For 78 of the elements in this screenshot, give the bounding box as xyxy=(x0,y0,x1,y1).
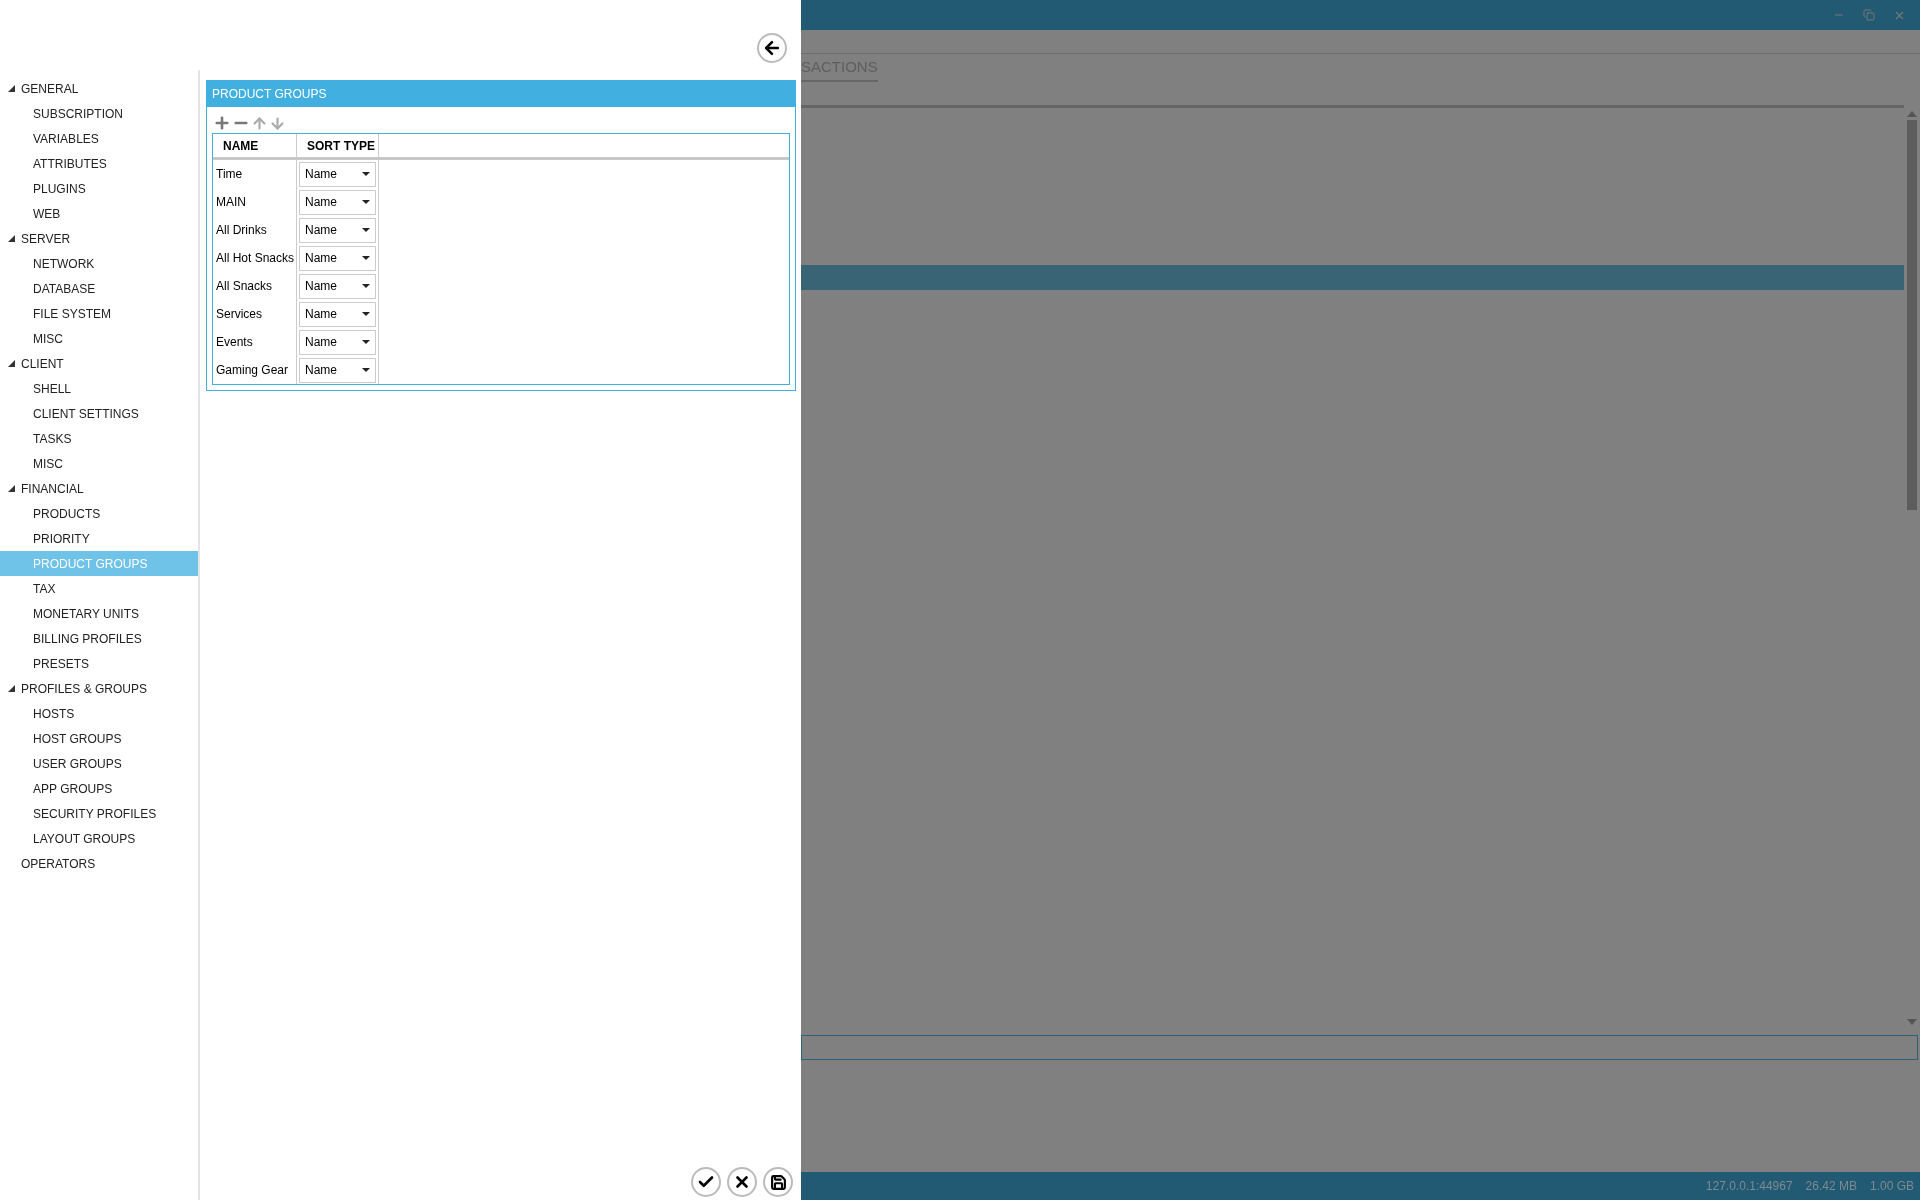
table-cell: Time xyxy=(213,160,297,188)
sidebar-item[interactable]: MISC xyxy=(0,451,198,476)
sidebar-item[interactable]: USER GROUPS xyxy=(0,751,198,776)
table-cell: MAIN xyxy=(213,188,297,216)
sidebar-item[interactable]: SHELL xyxy=(0,376,198,401)
sort-type-dropdown[interactable]: Name xyxy=(299,357,376,383)
panel-title: PRODUCT GROUPS xyxy=(207,81,795,107)
dropdown-caret-icon xyxy=(362,256,370,260)
table-cell: All Hot Snacks xyxy=(213,244,297,272)
sidebar-item[interactable]: VARIABLES xyxy=(0,126,198,151)
column-header[interactable]: SORT TYPE xyxy=(297,134,379,157)
status-text: 26.42 MB xyxy=(1805,1178,1857,1195)
dropdown-caret-icon xyxy=(362,200,370,204)
add-icon[interactable] xyxy=(213,114,231,132)
sidebar-item[interactable]: HOSTS xyxy=(0,701,198,726)
sort-type-dropdown[interactable]: Name xyxy=(299,273,376,299)
sidebar-group[interactable]: PROFILES & GROUPS xyxy=(0,676,198,701)
sort-type-dropdown[interactable]: Name xyxy=(299,189,376,215)
column-header[interactable]: NAME xyxy=(213,134,297,157)
sidebar-item[interactable]: SUBSCRIPTION xyxy=(0,101,198,126)
sidebar-item[interactable]: LAYOUT GROUPS xyxy=(0,826,198,851)
dropdown-caret-icon xyxy=(362,368,370,372)
sidebar-item[interactable]: HOST GROUPS xyxy=(0,726,198,751)
expanded-triangle-icon[interactable] xyxy=(8,685,15,692)
sidebar-item[interactable]: TAX xyxy=(0,576,198,601)
dropdown-caret-icon xyxy=(362,172,370,176)
dropdown-caret-icon xyxy=(362,228,370,232)
sidebar-item[interactable]: TASKS xyxy=(0,426,198,451)
table-cell: Gaming Gear xyxy=(213,356,297,384)
save-button[interactable] xyxy=(763,1167,793,1197)
sidebar-item[interactable]: FILE SYSTEM xyxy=(0,301,198,326)
status-text: 127.0.0.1:44967 xyxy=(1705,1178,1793,1195)
back-button[interactable] xyxy=(757,33,787,63)
table-cell: All Snacks xyxy=(213,272,297,300)
sidebar-item[interactable]: MONETARY UNITS xyxy=(0,601,198,626)
sort-type-dropdown[interactable]: Name xyxy=(299,301,376,327)
sidebar-item[interactable]: APP GROUPS xyxy=(0,776,198,801)
sidebar-item[interactable]: WEB xyxy=(0,201,198,226)
dropdown-caret-icon xyxy=(362,340,370,344)
sidebar-item[interactable]: ATTRIBUTES xyxy=(0,151,198,176)
close-icon xyxy=(733,1173,751,1191)
sidebar-item[interactable]: BILLING PROFILES xyxy=(0,626,198,651)
scrollbar[interactable] xyxy=(1904,110,1920,1025)
sort-type-dropdown[interactable]: Name xyxy=(299,245,376,271)
save-icon xyxy=(769,1173,787,1191)
expanded-triangle-icon[interactable] xyxy=(8,360,15,367)
dropdown-caret-icon xyxy=(362,312,370,316)
sidebar-item[interactable]: DATABASE xyxy=(0,276,198,301)
sort-type-dropdown[interactable]: Name xyxy=(299,329,376,355)
move-up-icon[interactable] xyxy=(251,114,268,132)
sidebar-item[interactable]: PRIORITY xyxy=(0,526,198,551)
sidebar-item[interactable]: MISC xyxy=(0,326,198,351)
confirm-button[interactable] xyxy=(691,1167,721,1197)
table-cell: Events xyxy=(213,328,297,356)
table-cell: All Drinks xyxy=(213,216,297,244)
dropdown-caret-icon xyxy=(362,284,370,288)
sort-type-dropdown[interactable]: Name xyxy=(299,161,376,187)
sidebar-item[interactable]: NETWORK xyxy=(0,251,198,276)
sort-type-dropdown[interactable]: Name xyxy=(299,217,376,243)
sidebar-group[interactable]: FINANCIAL xyxy=(0,476,198,501)
sidebar-item[interactable]: CLIENT SETTINGS xyxy=(0,401,198,426)
sidebar-item[interactable]: PLUGINS xyxy=(0,176,198,201)
sidebar-group[interactable]: OPERATORS xyxy=(0,851,198,876)
expanded-triangle-icon[interactable] xyxy=(8,485,15,492)
move-down-icon[interactable] xyxy=(269,114,286,132)
sidebar-item[interactable]: PRODUCTS xyxy=(0,501,198,526)
status-text: 1.00 GB xyxy=(1869,1178,1914,1195)
expanded-triangle-icon[interactable] xyxy=(8,85,15,92)
cancel-button[interactable] xyxy=(727,1167,757,1197)
arrow-left-icon xyxy=(762,38,782,58)
table-cell: Services xyxy=(213,300,297,328)
expanded-triangle-icon[interactable] xyxy=(8,235,15,242)
sidebar-item[interactable]: SECURITY PROFILES xyxy=(0,801,198,826)
sidebar-group[interactable]: CLIENT xyxy=(0,351,198,376)
input-field[interactable] xyxy=(801,1035,1918,1060)
sidebar-group[interactable]: SERVER xyxy=(0,226,198,251)
sidebar-group[interactable]: GENERAL xyxy=(0,76,198,101)
sidebar-item[interactable]: PRESETS xyxy=(0,651,198,676)
